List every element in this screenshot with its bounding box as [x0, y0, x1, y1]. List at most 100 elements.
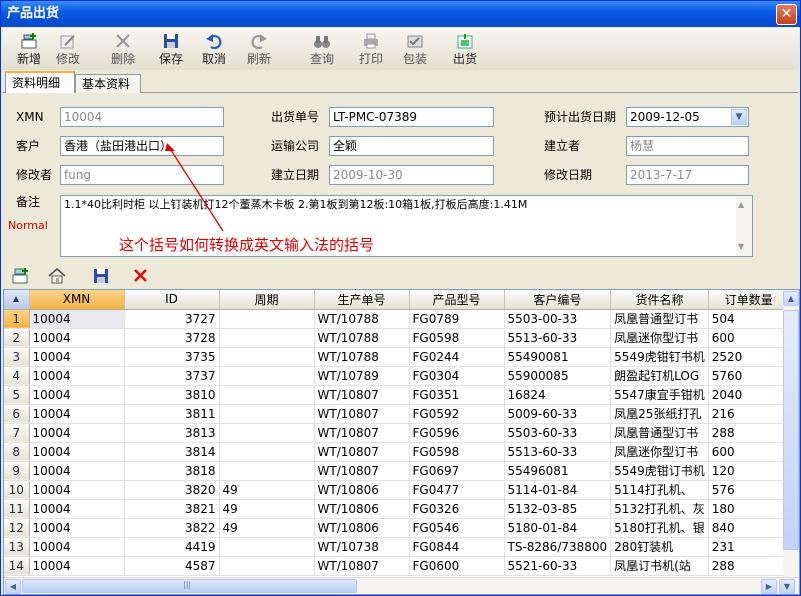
table-cell[interactable]: 3810	[124, 385, 220, 405]
table-cell[interactable]: WT/10788	[314, 309, 410, 329]
table-cell[interactable]: 凤凰迷你型订书	[610, 442, 709, 462]
table-cell[interactable]: 凤凰订书机(站	[610, 556, 709, 576]
table-cell[interactable]: 10004	[29, 480, 125, 500]
table-cell[interactable]: 180	[708, 499, 790, 519]
row-number[interactable]: 5	[4, 385, 30, 405]
table-cell[interactable]: WT/10806	[314, 499, 410, 519]
table-cell[interactable]: WT/10806	[314, 518, 410, 538]
row-number[interactable]: 2	[4, 328, 30, 348]
scroll-up-icon[interactable]: ▲	[738, 198, 744, 212]
table-cell[interactable]: 3818	[124, 461, 220, 481]
query-button[interactable]: 查询	[299, 30, 345, 68]
table-cell[interactable]: FG0596	[409, 423, 505, 443]
table-cell[interactable]: 5549虎钳订书机	[610, 461, 709, 481]
close-button[interactable]: ✕	[776, 4, 797, 25]
table-cell[interactable]: FG0546	[409, 518, 505, 538]
table-cell[interactable]	[219, 423, 315, 443]
print-button[interactable]: 打印	[348, 30, 394, 68]
horizontal-scroll-thumb[interactable]: |||	[22, 579, 357, 593]
save-button[interactable]: 保存	[148, 30, 194, 68]
col-header[interactable]: ID	[124, 290, 220, 310]
grid-horizontal-scrollbar[interactable]: ◀ ||| ▶ ▼	[4, 577, 799, 594]
table-cell[interactable]: 5549虎钳钉书机	[610, 347, 709, 367]
table-cell[interactable]: FG0598	[409, 442, 505, 462]
table-cell[interactable]: 2520	[708, 347, 790, 367]
row-number[interactable]: 13	[4, 537, 30, 557]
xmn-field[interactable]: 10004	[60, 107, 224, 127]
table-cell[interactable]: 10004	[29, 442, 125, 462]
table-cell[interactable]: 3813	[124, 423, 220, 443]
table-cell[interactable]: 576	[708, 480, 790, 500]
table-row[interactable]: 9 10004 3818 WT/10807 FG0697 55496081 5549虎钳订书…	[4, 461, 790, 481]
table-cell[interactable]: 5503-00-33	[504, 309, 612, 329]
table-cell[interactable]: 3814	[124, 442, 220, 462]
table-cell[interactable]: 2040	[708, 385, 790, 405]
table-row[interactable]: 6 10004 3811 WT/10807 FG0592 5009-60-33 凤凰25张纸…	[4, 404, 790, 424]
table-cell[interactable]: 凤凰迷你型订书	[610, 328, 709, 348]
row-number[interactable]: 6	[4, 404, 30, 424]
grid-scroll-down-button[interactable]: ▼	[779, 579, 795, 594]
table-row[interactable]: 3 10004 3735 WT/10788 FG0244 55490081 5549虎钳钉书…	[4, 347, 790, 367]
table-cell[interactable]: 3821	[124, 499, 220, 519]
col-header[interactable]: 客户编号	[504, 290, 612, 310]
table-cell[interactable]: WT/10807	[314, 404, 410, 424]
table-cell[interactable]: 10004	[29, 328, 125, 348]
table-cell[interactable]: 10004	[29, 423, 125, 443]
table-cell[interactable]: 5114-01-84	[504, 480, 612, 500]
table-cell[interactable]: 288	[708, 556, 790, 576]
row-number[interactable]: 8	[4, 442, 30, 462]
table-cell[interactable]: WT/10807	[314, 461, 410, 481]
table-row[interactable]: 12 10004 3822 49 WT/10806 FG0546 5180-01-84 518…	[4, 518, 790, 538]
table-cell[interactable]: 10004	[29, 518, 125, 538]
table-cell[interactable]: 5114打孔机、	[610, 480, 709, 500]
row-number[interactable]: 14	[4, 556, 30, 576]
row-number[interactable]: 4	[4, 366, 30, 386]
tab-details[interactable]: 资料明细	[5, 71, 75, 94]
table-cell[interactable]: 3728	[124, 328, 220, 348]
row-number[interactable]: 11	[4, 499, 30, 519]
table-row[interactable]: 5 10004 3810 WT/10807 FG0351 16824 5547康宜手钳机 20…	[4, 385, 790, 405]
table-cell[interactable]: 5521-60-33	[504, 556, 612, 576]
grid-scroll-up-button[interactable]: ▲	[783, 291, 799, 306]
row-number[interactable]: 10	[4, 480, 30, 500]
table-cell[interactable]: 55490081	[504, 347, 612, 367]
row-number[interactable]: 12	[4, 518, 30, 538]
create-date-field[interactable]: 2009-10-30	[329, 165, 494, 185]
table-cell[interactable]: WT/10788	[314, 328, 410, 348]
table-cell[interactable]	[219, 309, 315, 329]
table-cell[interactable]: WT/10807	[314, 442, 410, 462]
refresh-button[interactable]: 刷新	[236, 30, 282, 68]
grid-corner-header[interactable]	[4, 290, 30, 310]
table-cell[interactable]: WT/10807	[314, 423, 410, 443]
grid-vertical-thumb[interactable]	[783, 310, 799, 550]
modify-date-field[interactable]: 2013-7-17	[626, 165, 749, 185]
table-cell[interactable]: FG0598	[409, 328, 505, 348]
table-cell[interactable]: FG0592	[409, 404, 505, 424]
col-header[interactable]: XMN	[29, 290, 125, 310]
table-cell[interactable]: FG0304	[409, 366, 505, 386]
table-cell[interactable]: FG0844	[409, 537, 505, 557]
table-cell[interactable]: 10004	[29, 309, 125, 329]
scroll-right-button[interactable]: ▶	[761, 579, 777, 594]
col-header[interactable]: 产品型号	[409, 290, 505, 310]
table-cell[interactable]: 280钉装机	[610, 537, 709, 557]
table-cell[interactable]: 10004	[29, 499, 125, 519]
table-cell[interactable]	[219, 556, 315, 576]
table-cell[interactable]: 10004	[29, 385, 125, 405]
table-cell[interactable]: 5009-60-33	[504, 404, 612, 424]
table-cell[interactable]: 5180-01-84	[504, 518, 612, 538]
table-cell[interactable]: WT/10738	[314, 537, 410, 557]
table-cell[interactable]: 3811	[124, 404, 220, 424]
table-cell[interactable]: 凤凰普通型订书	[610, 423, 709, 443]
table-cell[interactable]: 840	[708, 518, 790, 538]
scroll-down-icon[interactable]: ▼	[738, 240, 744, 254]
col-header[interactable]: 货件名称	[610, 290, 709, 310]
table-cell[interactable]: 5513-60-33	[504, 328, 612, 348]
delete-button[interactable]: 删除	[100, 30, 146, 68]
table-row[interactable]: 11 10004 3821 49 WT/10806 FG0326 5132-03-85 513…	[4, 499, 790, 519]
cancel-button[interactable]: 取消	[191, 30, 237, 68]
table-cell[interactable]: 10004	[29, 556, 125, 576]
row-number[interactable]: 1	[4, 309, 30, 329]
table-cell[interactable]: 600	[708, 442, 790, 462]
table-cell[interactable]: 凤凰普通型订书	[610, 309, 709, 329]
